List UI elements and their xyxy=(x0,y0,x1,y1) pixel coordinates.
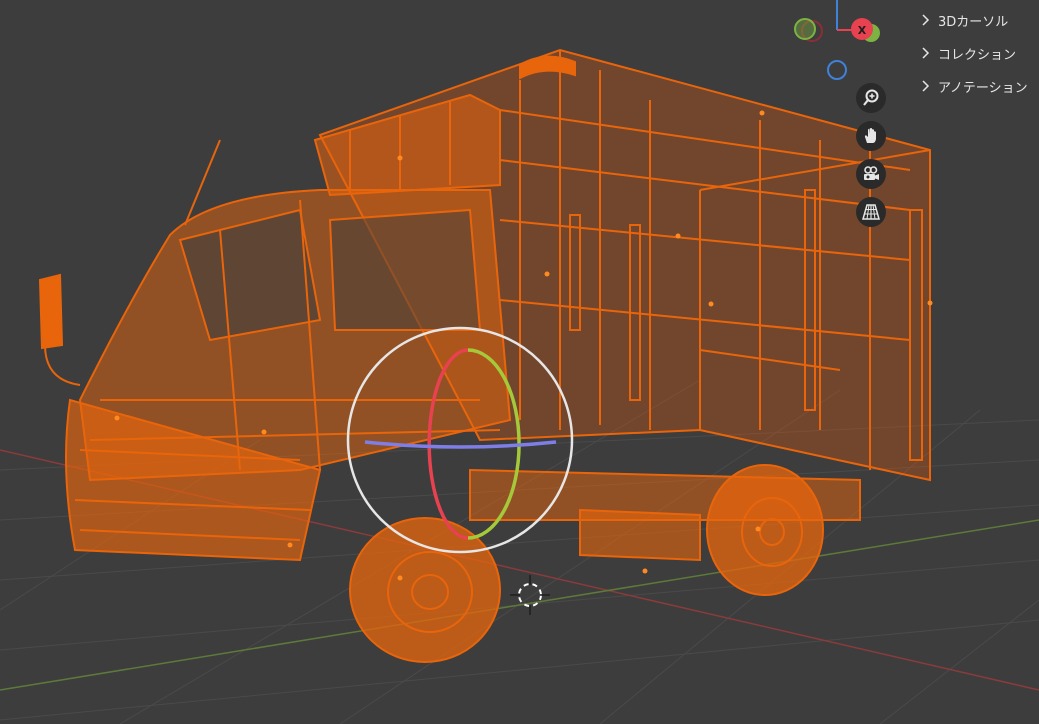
chevron-right-icon xyxy=(922,47,930,59)
sidebar-item-annotation[interactable]: アノテーション xyxy=(918,72,1039,100)
grid-icon xyxy=(862,204,880,220)
gizmo-z-negative-icon[interactable] xyxy=(827,60,847,80)
perspective-button[interactable] xyxy=(856,197,886,227)
zoom-icon xyxy=(863,89,879,106)
sidebar-item-collection[interactable]: コレクション xyxy=(918,39,1039,67)
hand-icon xyxy=(864,128,876,143)
chevron-right-icon xyxy=(922,80,930,92)
pan-button[interactable] xyxy=(856,121,886,151)
sidebar-item-label: 3Dカーソル xyxy=(938,14,1009,30)
gizmo-y-positive-icon[interactable] xyxy=(794,18,816,40)
camera-icon xyxy=(864,166,879,180)
zoom-button[interactable] xyxy=(856,83,886,113)
3d-cursor xyxy=(510,575,550,615)
chevron-right-icon xyxy=(922,14,930,26)
3d-viewport[interactable]: X xyxy=(0,0,1039,724)
sidebar-item-label: コレクション xyxy=(938,47,1017,63)
sidebar-item-3d-cursor[interactable]: 3Dカーソル xyxy=(918,6,1039,34)
camera-button[interactable] xyxy=(856,159,886,189)
navigation-gizmo[interactable]: X xyxy=(794,0,880,80)
sidebar-item-label: アノテーション xyxy=(938,80,1028,96)
gizmo-x-label: X xyxy=(858,24,867,37)
